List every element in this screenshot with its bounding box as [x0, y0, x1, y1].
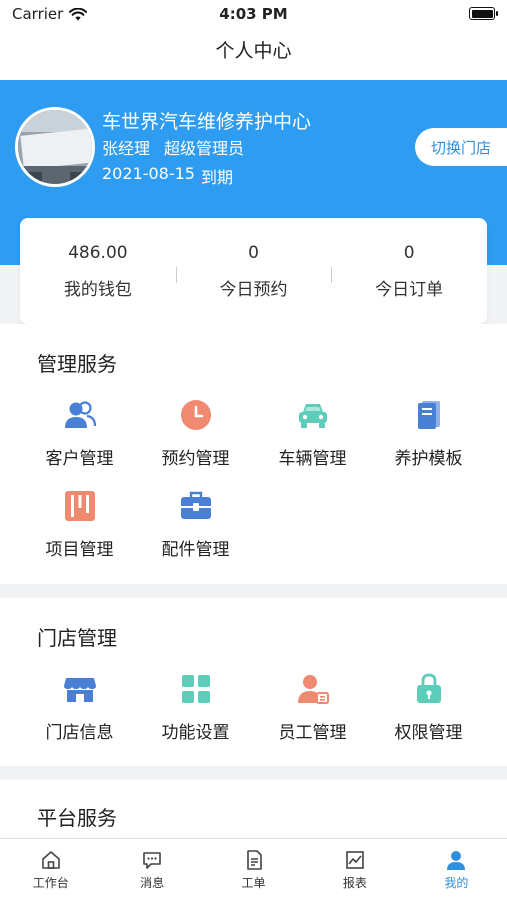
- nav-bar: 个人中心: [0, 28, 507, 80]
- grid-item-label: 车辆管理: [278, 449, 347, 469]
- grid-item-employees[interactable]: 员工管理: [254, 672, 371, 743]
- user-info: 张经理 超级管理员: [102, 135, 244, 159]
- toolbox-icon: [180, 491, 211, 519]
- stat-today-orders[interactable]: 0 今日订单: [331, 243, 487, 300]
- stats-card: 486.00 我的钱包 0 今日预约 0 今日订单: [20, 218, 487, 324]
- tab-label: 消息: [140, 876, 165, 890]
- store-management-section: 门店管理 门店信息 功能设置 员工管理 权限管理: [0, 598, 507, 766]
- platform-services-section: 平台服务: [0, 780, 507, 840]
- page-title: 个人中心: [215, 40, 292, 62]
- grid-item-label: 客户管理: [45, 449, 114, 469]
- management-services-section: 管理服务 客户管理 预约管理 车辆管理 养护模板 项目管理 配件管理: [0, 324, 507, 584]
- grid-item-permissions[interactable]: 权限管理: [370, 672, 487, 743]
- grid-item-label: 门店信息: [45, 723, 114, 743]
- tab-mine[interactable]: 我的: [406, 839, 507, 900]
- customers-icon: [64, 401, 96, 428]
- store-avatar[interactable]: [15, 107, 95, 187]
- stat-label: 今日预约: [219, 279, 288, 300]
- grid-item-appointments[interactable]: 预约管理: [137, 398, 254, 469]
- user-role: 超级管理员: [164, 139, 245, 158]
- grid-item-label: 预约管理: [161, 449, 230, 469]
- grid-item-label: 员工管理: [278, 723, 347, 743]
- clock-time: 4:03 PM: [219, 5, 288, 23]
- book-icon: [417, 401, 440, 429]
- tab-reports[interactable]: 报表: [304, 839, 405, 900]
- expire-label: 到期: [200, 168, 233, 187]
- grid-item-maintenance-templates[interactable]: 养护模板: [370, 398, 487, 469]
- tab-messages[interactable]: 消息: [101, 839, 202, 900]
- switch-store-label: 切换门店: [430, 138, 491, 157]
- tab-label: 工单: [241, 876, 266, 890]
- grid-item-label: 养护模板: [394, 449, 463, 469]
- grid-item-parts[interactable]: 配件管理: [137, 489, 254, 560]
- grid-item-vehicles[interactable]: 车辆管理: [254, 398, 371, 469]
- grid-item-store-info[interactable]: 门店信息: [21, 672, 138, 743]
- stat-label: 我的钱包: [63, 279, 132, 300]
- message-icon: [143, 852, 161, 869]
- tab-label: 工作台: [32, 876, 69, 890]
- employee-icon: [297, 675, 329, 704]
- chart-icon: [346, 851, 364, 869]
- grid-item-label: 功能设置: [161, 723, 230, 743]
- tab-label: 我的: [444, 876, 469, 890]
- user-icon: [447, 851, 466, 870]
- tab-label: 报表: [342, 876, 367, 890]
- kanban-icon: [64, 491, 95, 521]
- grid-item-label: 权限管理: [394, 723, 463, 743]
- car-icon: [298, 404, 327, 428]
- expire-info: 2021-08-15 到期: [102, 164, 233, 188]
- tab-workbench[interactable]: 工作台: [0, 839, 101, 900]
- stat-value: 0: [403, 242, 415, 263]
- stat-wallet[interactable]: 486.00 我的钱包: [20, 243, 176, 300]
- stat-value: 486.00: [68, 242, 128, 263]
- grid-item-label: 项目管理: [45, 540, 114, 560]
- grid-item-customers[interactable]: 客户管理: [21, 398, 138, 469]
- battery-icon: [469, 7, 498, 20]
- grid-item-label: 配件管理: [161, 540, 230, 560]
- document-icon: [246, 850, 262, 870]
- lock-icon: [416, 673, 441, 703]
- tab-work-orders[interactable]: 工单: [203, 839, 304, 900]
- stat-label: 今日订单: [375, 279, 444, 300]
- tab-bar: 工作台 消息 工单 报表 我的: [0, 838, 507, 900]
- store-name: 车世界汽车维修养护中心: [102, 111, 312, 133]
- user-name: 张经理: [102, 139, 151, 158]
- section-title: 门店管理: [37, 626, 117, 650]
- stat-value: 0: [248, 242, 259, 263]
- grid-icon: [181, 675, 210, 703]
- status-bar: Carrier 4:03 PM: [0, 0, 507, 28]
- home-icon: [41, 851, 60, 869]
- switch-store-button[interactable]: 切换门店: [415, 128, 507, 166]
- grid-item-feature-settings[interactable]: 功能设置: [137, 672, 254, 743]
- grid-item-projects[interactable]: 项目管理: [21, 489, 138, 560]
- storefront-icon: [63, 678, 96, 702]
- section-title: 平台服务: [37, 806, 117, 830]
- expire-date: 2021-08-15: [102, 164, 195, 183]
- stat-today-appointments[interactable]: 0 今日预约: [175, 242, 332, 300]
- clock-icon: [180, 400, 211, 430]
- section-title: 管理服务: [37, 352, 117, 376]
